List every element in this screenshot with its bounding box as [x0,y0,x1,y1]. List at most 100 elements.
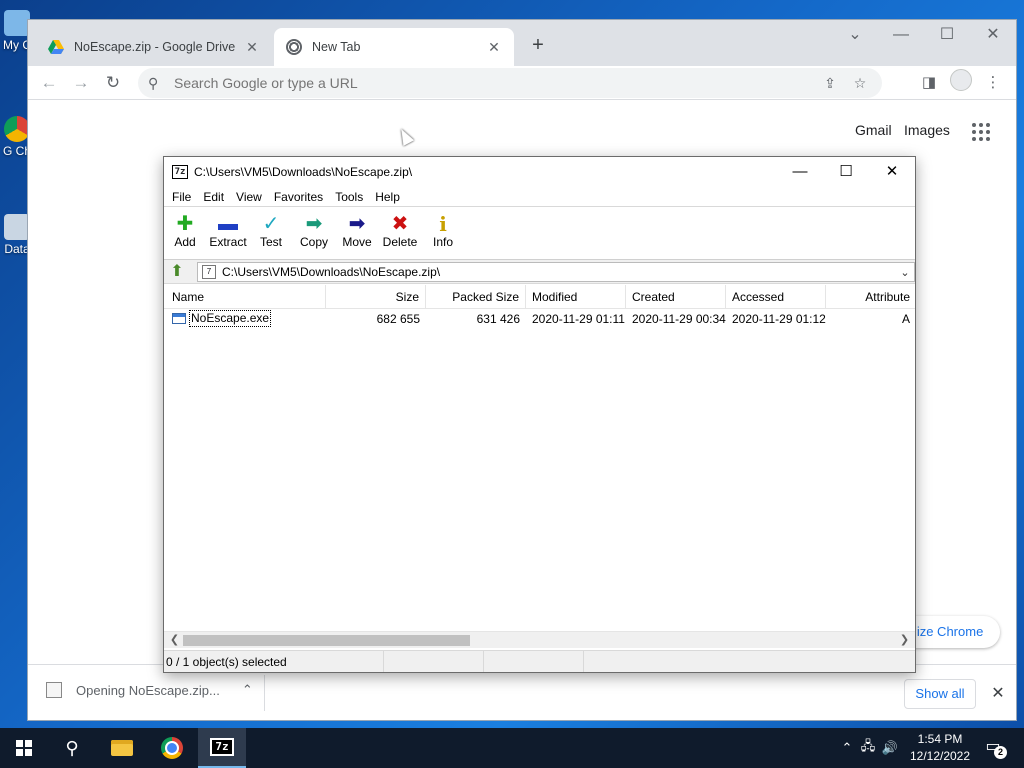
delete-icon: ✖ [391,213,409,235]
column-attributes[interactable]: Attribute [826,285,915,309]
volume-icon[interactable]: 🔊 [880,740,900,756]
computer-icon [4,10,30,36]
scroll-left-icon[interactable]: ❮ [166,632,183,649]
omnibox[interactable]: ⚲ ⇪ ☆ [138,68,882,98]
search-icon: ⚲ [148,74,159,91]
tab-title: New Tab [312,40,361,54]
tab-new-tab[interactable]: New Tab ✕ [274,28,514,66]
file-list: Name Size Packed Size Modified Created A… [164,285,915,631]
profile-avatar[interactable] [950,69,972,91]
test-icon: ✓ [262,213,280,235]
add-button[interactable]: ✚ Add [164,213,206,249]
column-name[interactable]: Name [166,285,326,309]
menu-view[interactable]: View [230,190,268,204]
maximize-button[interactable]: ☐ [924,20,970,52]
taskbar: ⚲ 7z ⌃ 🖧 🔊 1:54 PM 12/12/2022 ▭ 2 [0,728,1024,768]
menu-edit[interactable]: Edit [197,190,230,204]
chrome-icon [4,116,30,142]
menu-tools[interactable]: Tools [329,190,369,204]
archive-icon: 7 [202,265,216,279]
add-icon: ✚ [176,213,194,235]
chevron-up-icon[interactable]: ⌃ [242,682,253,698]
share-icon[interactable]: ⇪ [818,75,842,92]
close-button[interactable]: ✕ [869,157,915,187]
path-combobox[interactable]: 7 C:\Users\VM5\Downloads\NoEscape.zip\ ⌄ [197,262,915,282]
cell-created: 2020-11-29 00:34 [632,312,726,326]
tab-close-icon[interactable]: ✕ [244,39,260,56]
side-panel-icon[interactable]: ◨ [916,70,942,96]
close-button[interactable]: ✕ [970,20,1016,52]
status-bar: 0 / 1 object(s) selected [164,650,915,672]
system-tray: ⌃ 🖧 🔊 [838,728,900,768]
clock[interactable]: 1:54 PM 12/12/2022 [904,731,976,765]
reload-icon[interactable]: ↻ [100,70,126,96]
window-title: C:\Users\VM5\Downloads\NoEscape.zip\ [194,165,413,179]
cell-size: 682 655 [376,312,420,326]
gmail-link[interactable]: Gmail [855,122,892,138]
windows-icon [16,740,32,756]
menu-icon[interactable]: ⋮ [980,70,1006,96]
horizontal-scrollbar[interactable]: ❮ ❯ [164,631,915,648]
minimize-button[interactable]: — [777,157,823,187]
scroll-right-icon[interactable]: ❯ [896,632,913,649]
info-button[interactable]: i Info [422,213,464,249]
tab-title: NoEscape.zip - Google Drive [74,40,236,54]
notification-center-icon[interactable]: ▭ 2 [982,736,1007,759]
chrome-icon [286,39,302,55]
table-row[interactable]: NoEscape.exe 682 655 631 426 2020-11-29 … [164,310,915,328]
divider [264,675,265,711]
cell-name: NoEscape.exe [166,310,326,328]
column-packed-size[interactable]: Packed Size [426,285,526,309]
file-explorer-button[interactable] [98,728,146,768]
menu-favorites[interactable]: Favorites [268,190,329,204]
test-button[interactable]: ✓ Test [250,213,292,249]
menu-help[interactable]: Help [369,190,406,204]
column-size[interactable]: Size [326,285,426,309]
minimize-button[interactable]: — [878,20,924,52]
cell-packed-size: 631 426 [476,312,520,326]
notification-count: 2 [994,746,1007,759]
download-item[interactable]: Opening NoEscape.zip... ⌃ [46,682,253,698]
zip-file-icon [46,682,62,698]
bookmark-star-icon[interactable]: ☆ [848,75,872,92]
images-link[interactable]: Images [904,122,950,138]
google-apps-icon[interactable] [972,123,990,141]
tab-google-drive[interactable]: NoEscape.zip - Google Drive ✕ [36,28,272,66]
network-icon[interactable]: 🖧 [856,737,880,759]
browser-toolbar: ← → ↻ ⚲ ⇪ ☆ ◨ ⋮ [28,66,1016,100]
column-created[interactable]: Created [626,285,726,309]
folder-up-icon[interactable]: ⬆ [168,263,186,281]
info-icon: i [439,212,447,236]
chevron-down-icon[interactable]: ⌄ [896,266,914,279]
status-text: 0 / 1 object(s) selected [164,651,384,672]
download-label: Opening NoEscape.zip... [76,682,220,698]
close-download-bar-icon[interactable]: ✕ [988,683,1008,703]
chrome-taskbar-button[interactable] [148,728,196,768]
chevron-up-icon[interactable]: ⌃ [838,740,856,756]
back-icon[interactable]: ← [36,70,62,96]
forward-icon[interactable]: → [68,70,94,96]
sevenzip-taskbar-button[interactable]: 7z [198,728,246,768]
omnibox-input[interactable] [174,75,812,91]
tab-strip: NoEscape.zip - Google Drive ✕ New Tab ✕ … [28,20,1016,66]
column-modified[interactable]: Modified [526,285,626,309]
scroll-thumb[interactable] [183,635,470,646]
show-all-button[interactable]: Show all [904,679,976,709]
search-icon[interactable]: ⚲ [48,728,96,768]
maximize-button[interactable]: ☐ [823,157,869,187]
menu-file[interactable]: File [166,190,197,204]
tab-search-icon[interactable]: ⌄ [832,20,878,52]
sevenzip-titlebar[interactable]: 7z C:\Users\VM5\Downloads\NoEscape.zip\ … [164,157,915,187]
extract-button[interactable]: ▬ Extract [207,213,249,249]
delete-button[interactable]: ✖ Delete [379,213,421,249]
tab-close-icon[interactable]: ✕ [486,39,502,56]
copy-button[interactable]: ➡ Copy [293,213,335,249]
column-accessed[interactable]: Accessed [726,285,826,309]
move-button[interactable]: ➡ Move [336,213,378,249]
clock-time: 1:54 PM [917,732,963,746]
new-tab-button[interactable]: + [526,34,550,58]
chrome-icon [161,737,183,759]
sevenzip-window: 7z C:\Users\VM5\Downloads\NoEscape.zip\ … [163,156,916,673]
start-button[interactable] [0,728,48,768]
clock-date: 12/12/2022 [909,749,971,763]
